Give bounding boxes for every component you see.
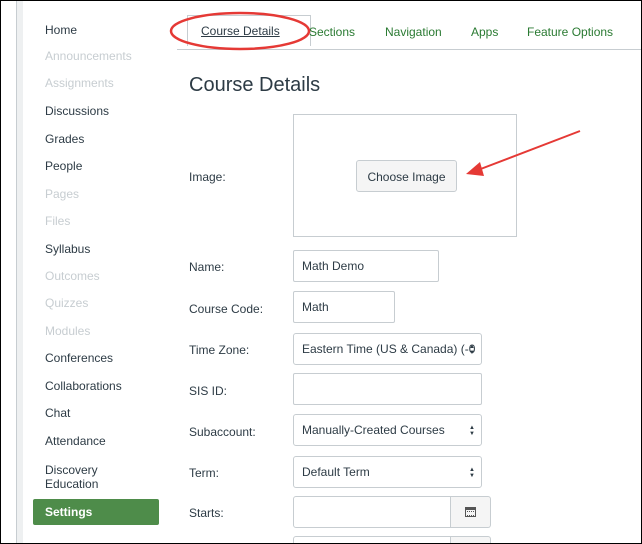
image-label: Image:	[189, 170, 226, 184]
time-zone-label: Time Zone:	[189, 343, 250, 357]
nav-item-grades[interactable]: Grades	[45, 132, 84, 146]
nav-item-syllabus[interactable]: Syllabus	[45, 242, 90, 256]
starts-label: Starts:	[189, 506, 224, 520]
subaccount-select[interactable]: Manually-Created Courses ▲ ▼	[293, 414, 482, 446]
starts-date-input[interactable]	[293, 496, 451, 528]
left-edge-bar	[16, 1, 23, 543]
nav-item-chat[interactable]: Chat	[45, 406, 70, 420]
nav-item-files[interactable]: Files	[45, 214, 70, 228]
app-window: Home Announcements Assignments Discussio…	[0, 0, 642, 544]
subaccount-value: Manually-Created Courses	[302, 423, 445, 437]
nav-item-announcements[interactable]: Announcements	[45, 49, 132, 63]
term-select[interactable]: Default Term ▲ ▼	[293, 456, 482, 488]
select-arrows-icon: ▲ ▼	[469, 466, 475, 479]
ends-date-input[interactable]	[293, 536, 451, 543]
nav-item-assignments[interactable]: Assignments	[45, 76, 114, 90]
select-arrows-icon: ▲ ▼	[469, 343, 475, 356]
starts-date-picker-button[interactable]	[451, 496, 491, 528]
nav-item-pages[interactable]: Pages	[45, 187, 79, 201]
nav-item-modules[interactable]: Modules	[45, 324, 90, 338]
tab-feature-options[interactable]: Feature Options	[527, 25, 613, 39]
tab-apps[interactable]: Apps	[471, 25, 498, 39]
time-zone-value: Eastern Time (US & Canada) (-0	[302, 342, 476, 356]
name-label: Name:	[189, 260, 225, 274]
nav-item-attendance[interactable]: Attendance	[45, 434, 106, 448]
nav-item-settings[interactable]: Settings	[33, 499, 159, 525]
course-code-label: Course Code:	[189, 302, 264, 316]
image-preview-box: Choose Image	[293, 114, 517, 237]
nav-item-collaborations[interactable]: Collaborations	[45, 379, 122, 393]
course-code-input[interactable]: Math	[293, 291, 395, 323]
settings-tabs: Course Details Sections Navigation Apps …	[177, 15, 641, 50]
tab-sections[interactable]: Sections	[309, 25, 355, 39]
nav-item-discussions[interactable]: Discussions	[45, 104, 109, 118]
name-input[interactable]: Math Demo	[293, 250, 439, 282]
sis-id-input[interactable]	[293, 373, 482, 405]
sis-id-label: SIS ID:	[189, 384, 228, 398]
term-label: Term:	[189, 466, 219, 480]
choose-image-button[interactable]: Choose Image	[356, 160, 457, 192]
tab-course-details[interactable]: Course Details	[201, 24, 280, 38]
subaccount-label: Subaccount:	[189, 425, 256, 439]
nav-item-discovery-education[interactable]: Discovery Education	[45, 463, 98, 491]
nav-item-outcomes[interactable]: Outcomes	[45, 269, 100, 283]
nav-item-conferences[interactable]: Conferences	[45, 351, 113, 365]
page-title: Course Details	[189, 74, 321, 96]
nav-item-people[interactable]: People	[45, 159, 82, 173]
term-value: Default Term	[302, 465, 370, 479]
tab-navigation[interactable]: Navigation	[385, 25, 442, 39]
time-zone-select[interactable]: Eastern Time (US & Canada) (-0 ▲ ▼	[293, 333, 482, 365]
calendar-icon	[465, 507, 476, 517]
nav-item-quizzes[interactable]: Quizzes	[45, 296, 88, 310]
nav-item-home[interactable]: Home	[45, 23, 77, 37]
ends-date-picker-button[interactable]	[451, 536, 491, 543]
select-arrows-icon: ▲ ▼	[469, 424, 475, 437]
